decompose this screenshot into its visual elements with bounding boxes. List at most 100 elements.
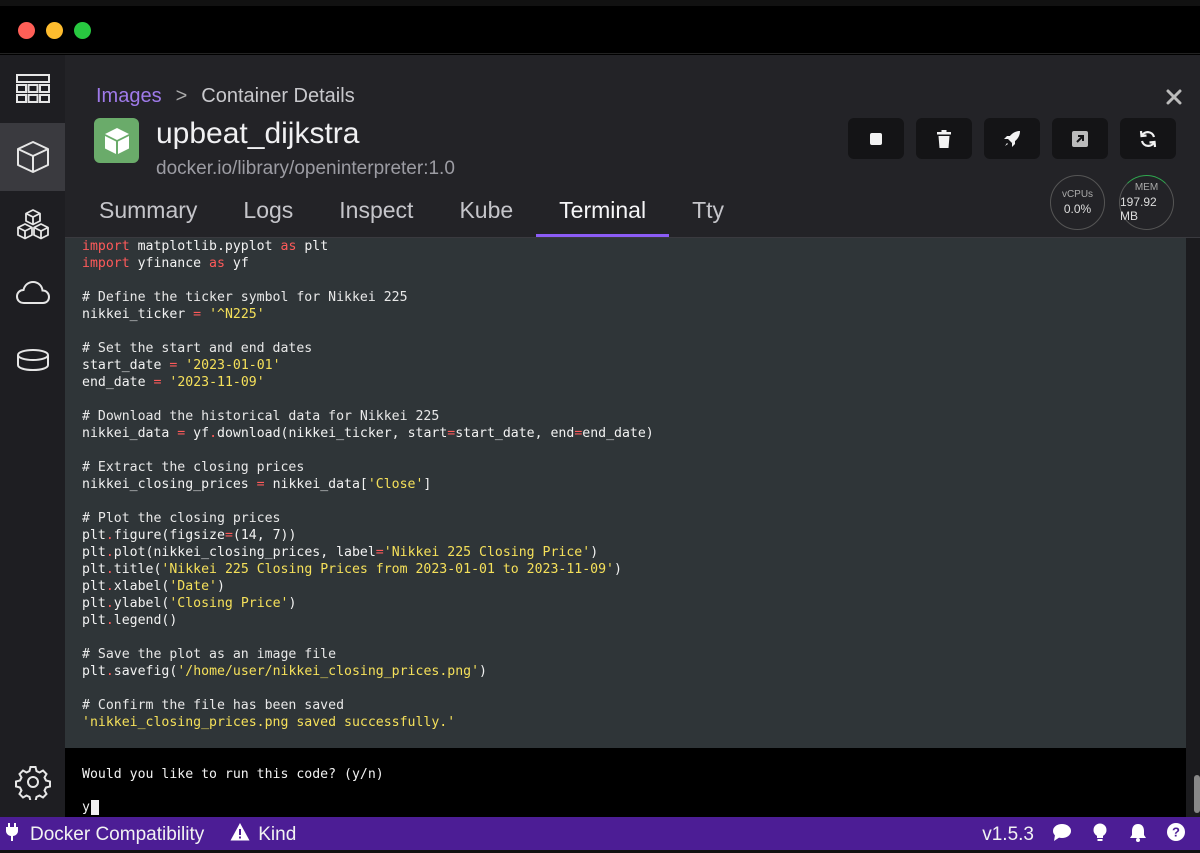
tab-terminal[interactable]: Terminal (536, 193, 669, 238)
code-token: # Extract the closing prices (82, 460, 305, 475)
code-token: 'Nikkei 225 Closing Price' (383, 545, 591, 560)
code-token: as (209, 256, 225, 271)
code-token: ) (288, 596, 297, 611)
deploy-button[interactable] (984, 118, 1040, 159)
terminal-input-line[interactable]: y (82, 800, 99, 815)
code-token: # Set the start and end dates (82, 341, 313, 356)
tips-button[interactable] (1090, 822, 1110, 847)
cloud-icon (15, 280, 50, 304)
code-token: figure(figsize (113, 528, 225, 543)
nav-containers[interactable] (0, 123, 65, 191)
code-token: 'Close' (367, 477, 424, 492)
stop-icon (870, 132, 882, 145)
code-line: plt.figure(figsize=(14, 7)) (82, 527, 1186, 544)
restart-button[interactable] (1120, 118, 1176, 159)
code-token: . (105, 545, 114, 560)
code-token: nikkei_closing_prices (82, 477, 257, 492)
nav-cloud[interactable] (0, 259, 65, 327)
notifications-button[interactable] (1128, 822, 1148, 847)
tab-kube[interactable]: Kube (459, 193, 513, 238)
close-icon (1166, 89, 1182, 105)
code-token: plt (82, 545, 106, 560)
code-token: savefig( (113, 664, 178, 679)
code-token: plt (82, 562, 106, 577)
container-status-icon (94, 118, 139, 163)
code-line: # Confirm the file has been saved (82, 697, 1186, 714)
terminal-prompt-area[interactable]: Would you like to run this code? (y/n) y (65, 748, 1186, 817)
code-token: # Save the plot as an image file (82, 647, 337, 662)
trash-icon (937, 129, 951, 148)
code-token: . (105, 664, 114, 679)
code-token: matplotlib.pyplot (129, 239, 281, 254)
tab-summary[interactable]: Summary (99, 193, 197, 238)
code-token: download(nikkei_ticker, start (217, 426, 448, 441)
code-token: = (193, 307, 202, 322)
docker-compat-item[interactable]: Docker Compatibility (2, 822, 204, 848)
code-token: as (280, 239, 297, 254)
close-details-button[interactable] (1166, 81, 1182, 112)
code-token: xlabel( (113, 579, 170, 594)
breadcrumb-images-link[interactable]: Images (96, 85, 162, 108)
kind-item[interactable]: Kind (230, 822, 296, 848)
bell-icon (1130, 824, 1146, 842)
container-actions (848, 118, 1176, 159)
code-line: # Download the historical data for Nikke… (82, 408, 1186, 425)
code-token: plt (82, 528, 106, 543)
window-titlebar (0, 6, 1200, 54)
code-token: . (105, 613, 114, 628)
code-token: ylabel( (113, 596, 170, 611)
status-bar: Docker Compatibility Kind v1.5.3 ? (0, 817, 1200, 850)
delete-button[interactable] (916, 118, 972, 159)
code-token: import (82, 256, 130, 271)
code-token: ) (613, 562, 622, 577)
minimize-window-button[interactable] (46, 22, 63, 39)
cpu-value: 0.0% (1063, 202, 1092, 216)
code-line: # Set the start and end dates (82, 340, 1186, 357)
nav-pods[interactable] (0, 191, 65, 259)
nav-volumes[interactable] (0, 327, 65, 395)
maximize-window-button[interactable] (74, 22, 91, 39)
code-line: plt.title('Nikkei 225 Closing Prices fro… (82, 561, 1186, 578)
container-name: upbeat_dijkstra (156, 117, 360, 150)
nav-settings[interactable] (0, 748, 65, 816)
code-token: '2023-11-09' (169, 375, 265, 390)
help-button[interactable]: ? (1166, 822, 1186, 847)
open-browser-button[interactable] (1052, 118, 1108, 159)
container-image: docker.io/library/openinterpreter:1.0 (156, 158, 455, 179)
tab-logs[interactable]: Logs (243, 193, 293, 238)
tab-tty[interactable]: Tty (692, 193, 724, 238)
version-label[interactable]: v1.5.3 (982, 824, 1034, 846)
code-token: import (82, 239, 130, 254)
code-token: nikkei_ticker (82, 307, 194, 322)
lightbulb-icon (1093, 823, 1107, 841)
code-token: nikkei_data[ (264, 477, 368, 492)
code-line: nikkei_ticker = '^N225' (82, 306, 1186, 323)
nav-dashboard[interactable] (0, 55, 65, 123)
mem-value: 197.92 MB (1120, 195, 1157, 223)
feedback-button[interactable] (1052, 822, 1072, 847)
code-token: 'Date' (169, 579, 217, 594)
code-content: import matplotlib.pyplot as plt import yf… (82, 238, 1186, 731)
tab-inspect[interactable]: Inspect (339, 193, 413, 238)
code-token: '^N225' (209, 307, 265, 322)
code-line: nikkei_closing_prices = nikkei_data['Clo… (82, 476, 1186, 493)
stop-button[interactable] (848, 118, 904, 159)
code-token: ) (217, 579, 225, 594)
details-tabs: Summary Logs Inspect Kube Terminal Tty (99, 193, 724, 238)
close-window-button[interactable] (18, 22, 35, 39)
nav-sidebar (0, 55, 65, 817)
code-token: # Confirm the file has been saved (82, 698, 345, 713)
code-line: start_date = '2023-01-01' (82, 357, 1186, 374)
code-token: plt (82, 579, 106, 594)
terminal-scroll-thumb[interactable] (1194, 775, 1200, 813)
refresh-icon (1139, 130, 1157, 147)
terminal-scrollbar[interactable] (1186, 238, 1200, 817)
code-token: # Define the ticker symbol for Nikkei 22… (82, 290, 408, 305)
breadcrumb-current: Container Details (201, 85, 355, 107)
chat-bubble-icon (1053, 824, 1071, 841)
terminal-code-block[interactable]: import matplotlib.pyplot as plt import yf… (65, 238, 1186, 748)
